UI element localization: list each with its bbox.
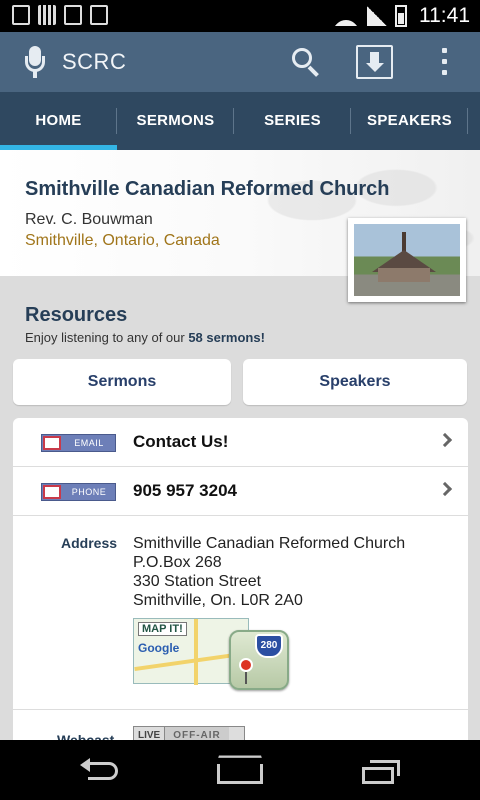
email-row[interactable]: EMAIL Contact Us! — [13, 418, 468, 467]
contact-us-label: Contact Us! — [133, 432, 229, 451]
bag-notification-icon-2 — [90, 5, 108, 25]
webcast-status[interactable]: LIVE OFF-AIR — [133, 726, 245, 740]
tab-speakers[interactable]: SPEAKERS — [351, 92, 468, 150]
address-label: Address — [61, 535, 118, 551]
email-chip: EMAIL — [41, 434, 116, 452]
chevron-right-icon — [437, 481, 453, 497]
envelope-icon — [43, 436, 61, 450]
tab-bar: HOME SERMONS SERIES SPEAKERS — [0, 92, 480, 150]
chevron-right-icon — [437, 432, 453, 448]
address-line: P.O.Box 268 — [133, 554, 222, 571]
download-notification-icon — [12, 5, 30, 25]
back-icon[interactable] — [80, 758, 120, 784]
contact-card: EMAIL Contact Us! PHONE 905 957 3204 Add… — [13, 418, 468, 740]
church-photo[interactable] — [348, 218, 466, 302]
telephone-icon — [43, 485, 61, 499]
microphone-icon[interactable] — [22, 44, 48, 80]
pastor-name: Rev. C. Bouwman — [25, 211, 153, 228]
app-title: SCRC — [62, 49, 127, 74]
resources-title: Resources — [25, 304, 128, 326]
clock: 11:41 — [419, 4, 470, 27]
battery-icon — [395, 5, 407, 27]
church-name: Smithville Canadian Reformed Church — [25, 178, 390, 200]
sermon-count: 58 sermons! — [188, 330, 265, 345]
download-icon[interactable] — [356, 45, 393, 79]
phone-chip-label: PHONE — [71, 487, 107, 497]
sermons-button[interactable]: Sermons — [13, 359, 231, 405]
resources-subtitle: Enjoy listening to any of our 58 sermons… — [25, 330, 265, 345]
tab-sermons[interactable]: SERMONS — [117, 92, 234, 150]
search-icon[interactable] — [290, 46, 322, 78]
tab-overflow-edge[interactable] — [468, 92, 480, 150]
map-pin-icon — [239, 658, 253, 672]
resources-subtitle-text: Enjoy listening to any of our — [25, 330, 189, 345]
google-label: Google — [138, 641, 180, 655]
map-it-label: MAP IT! — [138, 622, 187, 636]
speakers-button[interactable]: Speakers — [243, 359, 467, 405]
bag-notification-icon — [64, 5, 82, 25]
system-nav-bar — [0, 740, 480, 800]
live-label: LIVE — [134, 727, 166, 740]
status-bar: 11:41 — [0, 0, 480, 32]
app-bar: SCRC — [0, 32, 480, 92]
recent-apps-icon[interactable] — [362, 760, 402, 784]
phone-row[interactable]: PHONE 905 957 3204 — [13, 467, 468, 516]
tab-series[interactable]: SERIES — [234, 92, 351, 150]
route-shield-icon: 280 — [255, 634, 283, 658]
address-line: Smithville Canadian Reformed Church — [133, 535, 406, 552]
divider — [13, 709, 468, 710]
address-block: Smithville Canadian Reformed Church P.O.… — [133, 534, 405, 610]
email-chip-label: EMAIL — [74, 438, 104, 448]
wifi-icon — [333, 6, 359, 26]
barcode-notification-icon — [38, 5, 56, 25]
address-line: Smithville, On. L0R 2A0 — [133, 592, 303, 609]
webcast-label: Webcast — [57, 732, 115, 740]
tab-home[interactable]: HOME — [0, 92, 117, 150]
home-content[interactable]: Smithville Canadian Reformed Church Rev.… — [0, 150, 480, 740]
church-location: Smithville, Ontario, Canada — [25, 232, 220, 249]
overflow-menu-icon[interactable] — [440, 48, 448, 78]
maps-app-icon[interactable]: 280 — [229, 630, 289, 690]
home-icon[interactable] — [217, 764, 263, 784]
off-air-label: OFF-AIR — [165, 727, 229, 740]
signal-icon — [367, 6, 387, 26]
address-line: 330 Station Street — [133, 573, 262, 590]
phone-number: 905 957 3204 — [133, 481, 237, 500]
phone-chip: PHONE — [41, 483, 116, 501]
